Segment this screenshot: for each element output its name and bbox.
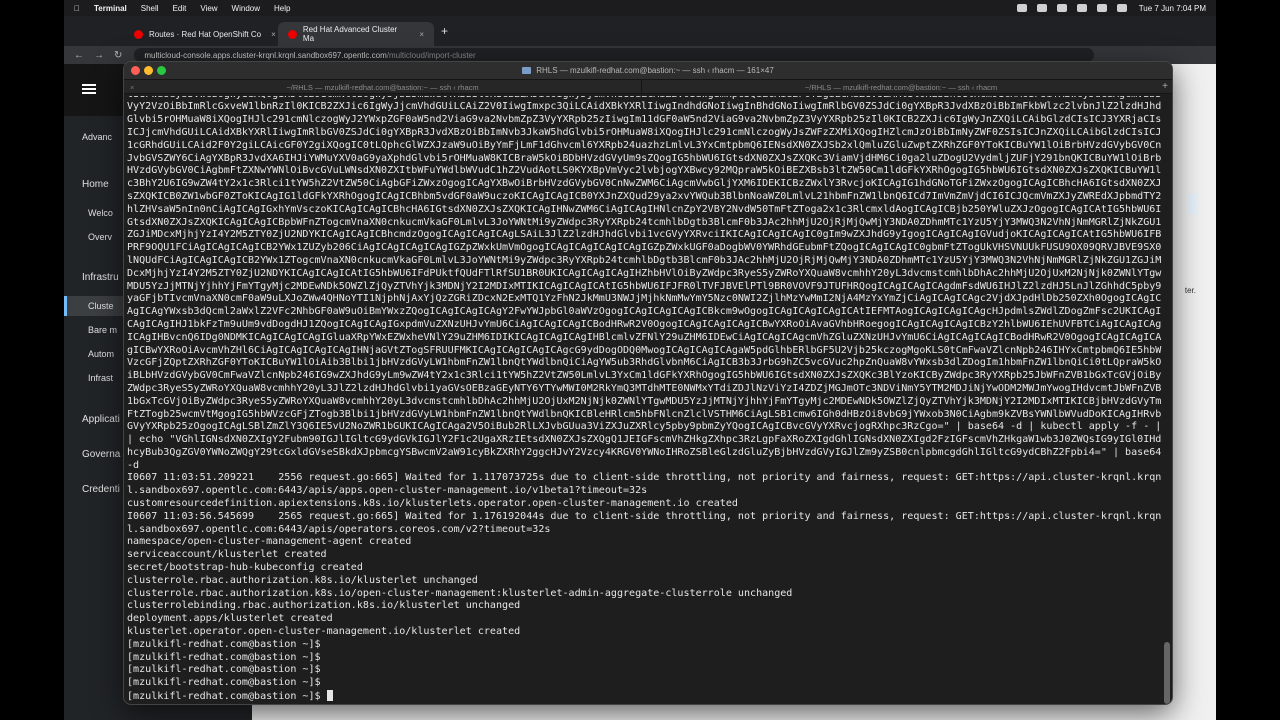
status-area: Tue 7 Jun 7:04 PM	[1007, 4, 1206, 13]
main-edge-text: ter.	[1184, 286, 1196, 295]
macos-menu-bar:  Terminal Shell Edit View Window Help T…	[64, 0, 1216, 16]
terminal-line: bGlzdCIsICJ1cGRhdGUiLCAid2F0Y2giLCAicGF0…	[127, 96, 1162, 471]
terminal-tab-title: ~/RHLS — mzulkifl-redhat.com@bastion:~ —…	[286, 82, 479, 92]
terminal-line: klusterlet.operator.open-cluster-managem…	[127, 626, 521, 638]
url-host: multicloud-console.apps.cluster-krqnl.kr…	[144, 50, 387, 60]
text-cursor	[326, 690, 333, 702]
terminal-line: I0607 11:03:56.545699 2565 request.go:66…	[127, 510, 1162, 535]
close-window-icon[interactable]	[131, 66, 140, 75]
back-icon[interactable]: ←	[74, 50, 84, 61]
redhat-favicon-icon	[288, 29, 297, 39]
menu-view[interactable]: View	[200, 4, 217, 13]
terminal-line: namespace/open-cluster-management-agent …	[127, 536, 412, 548]
terminal-line: clusterrole.rbac.authorization.k8s.io/kl…	[127, 574, 478, 586]
menu-window[interactable]: Window	[232, 4, 260, 13]
sidebar-item-infrastructure[interactable]: Infrastru	[82, 272, 119, 283]
menubar-clock[interactable]: Tue 7 Jun 7:04 PM	[1139, 4, 1206, 13]
screen-icon[interactable]	[1036, 4, 1047, 12]
folder-icon	[522, 67, 532, 74]
hamburger-menu-icon[interactable]	[82, 84, 96, 94]
terminal-line: [mzulkifl-redhat.com@bastion ~]$	[127, 638, 321, 650]
forward-icon[interactable]: →	[94, 50, 104, 61]
terminal-scrollbar[interactable]	[1164, 642, 1170, 704]
url-path: /multicloud/import-cluster	[386, 50, 476, 60]
terminal-window: RHLS — mzulkifl-redhat.com@bastion:~ — s…	[123, 61, 1173, 705]
terminal-line: customresourcedefinition.apiextensions.k…	[127, 498, 738, 510]
terminal-line: [mzulkifl-redhat.com@bastion ~]$	[127, 664, 321, 676]
sidebar-item-clusters[interactable]: Cluste	[88, 301, 114, 311]
sidebar-item-overview[interactable]: Overv	[88, 232, 112, 242]
sidebar-item-home[interactable]: Home	[82, 179, 109, 190]
menu-help[interactable]: Help	[274, 4, 290, 13]
terminal-line: clusterrole.rbac.authorization.k8s.io/op…	[127, 587, 793, 599]
close-tab-icon[interactable]: ×	[130, 83, 134, 92]
sidebar-item-bare-metal[interactable]: Bare m	[88, 325, 117, 335]
reload-icon[interactable]: ↻	[114, 50, 122, 61]
sidebar-item-advanced[interactable]: Advanc	[82, 132, 112, 142]
terminal-tab-title: ~/RHLS — mzulkifl-redhat.com@bastion:~ —…	[804, 82, 998, 92]
terminal-tab-2[interactable]: ~/RHLS — mzulkifl-redhat.com@bastion:~ —…	[642, 80, 1160, 94]
letterbox-left	[0, 0, 64, 720]
control-center-icon[interactable]	[1116, 4, 1127, 12]
browser-tab-title: Red Hat Advanced Cluster Ma	[302, 25, 398, 43]
sidebar-item-credentials[interactable]: Credenti	[82, 484, 120, 495]
sidebar-item-applications[interactable]: Applicati	[82, 414, 120, 425]
new-tab-icon[interactable]: +	[441, 24, 448, 38]
address-bar[interactable]: multicloud-console.apps.cluster-krqnl.kr…	[134, 48, 1095, 62]
terminal-line: I0607 11:03:51.209221 2556 request.go:66…	[127, 472, 1162, 497]
browser-tab-acm[interactable]: Red Hat Advanced Cluster Ma ×	[278, 22, 434, 46]
terminal-line: deployment.apps/klusterlet created	[127, 613, 333, 625]
wifi-icon[interactable]	[1076, 4, 1087, 12]
terminal-line: [mzulkifl-redhat.com@bastion ~]$	[127, 651, 321, 663]
browser-tab-routes[interactable]: Routes · Red Hat OpenShift Co ×	[124, 22, 294, 46]
terminal-titlebar[interactable]: RHLS — mzulkifl-redhat.com@bastion:~ — s…	[124, 62, 1172, 79]
letterbox-right	[1216, 0, 1280, 720]
minimize-window-icon[interactable]	[144, 66, 153, 75]
zoom-window-icon[interactable]	[157, 66, 166, 75]
redhat-favicon-icon	[134, 29, 143, 39]
terminal-line: [mzulkifl-redhat.com@bastion ~]$	[127, 691, 327, 703]
terminal-text: bGlzdCIsICJ1cGRhdGUiLCAid2F0Y2giLCAicGF0…	[127, 96, 1162, 704]
sidebar-item-automation[interactable]: Autom	[88, 349, 114, 359]
browser-tab-strip: Routes · Red Hat OpenShift Co × Red Hat …	[64, 16, 1216, 46]
terminal-title: RHLS — mzulkifl-redhat.com@bastion:~ — s…	[536, 66, 774, 75]
record-icon[interactable]	[1016, 4, 1027, 12]
search-icon[interactable]	[1096, 4, 1107, 12]
terminal-line: clusterrolebinding.rbac.authorization.k8…	[127, 600, 521, 612]
browser-tab-title: Routes · Red Hat OpenShift Co	[149, 29, 262, 39]
menu-shell[interactable]: Shell	[141, 4, 159, 13]
apple-menu-icon[interactable]: 	[74, 4, 80, 13]
info-panel-edge	[1188, 194, 1198, 214]
menu-terminal[interactable]: Terminal	[94, 4, 127, 13]
terminal-tab-1[interactable]: × ~/RHLS — mzulkifl-redhat.com@bastion:~…	[124, 80, 642, 94]
sidebar-item-governance[interactable]: Governa	[82, 449, 120, 460]
terminal-line: serviceaccount/klusterlet created	[127, 549, 327, 561]
terminal-line: secret/bootstrap-hub-kubeconfig created	[127, 562, 363, 574]
terminal-line: [mzulkifl-redhat.com@bastion ~]$	[127, 677, 321, 689]
close-tab-icon[interactable]: ×	[419, 30, 424, 39]
close-tab-icon[interactable]: ×	[271, 30, 276, 39]
terminal-output[interactable]: bGlzdCIsICJ1cGRhdGUiLCAid2F0Y2giLCAicGF0…	[126, 96, 1162, 704]
terminal-tab-bar: × ~/RHLS — mzulkifl-redhat.com@bastion:~…	[124, 79, 1172, 94]
battery-icon[interactable]	[1056, 4, 1067, 12]
new-tab-icon[interactable]: +	[1162, 81, 1168, 92]
sidebar-item-welcome[interactable]: Welco	[88, 208, 113, 218]
menu-edit[interactable]: Edit	[173, 4, 187, 13]
sidebar-item-infrastructure-env[interactable]: Infrast	[88, 373, 113, 383]
